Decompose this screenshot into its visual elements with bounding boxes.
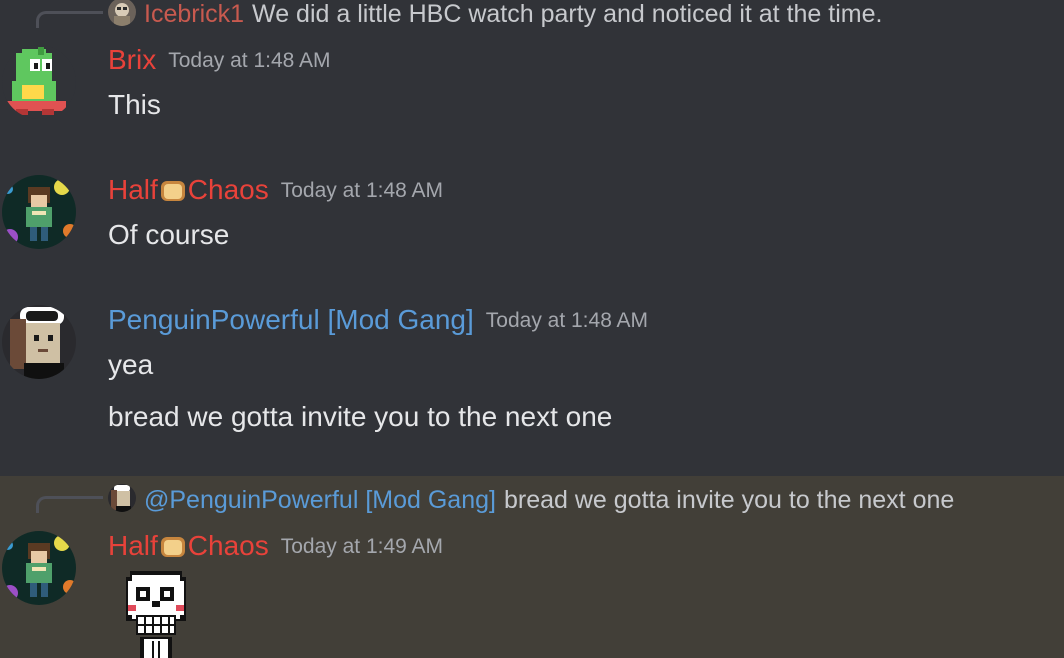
- message-author[interactable]: PenguinPowerful [Mod Gang] Today at 1:48 …: [108, 303, 648, 338]
- bread-emoji-icon: [159, 533, 187, 567]
- reply-preview[interactable]: @PenguinPowerful [Mod Gang] bread we gott…: [108, 484, 954, 515]
- message-text: This: [108, 89, 161, 120]
- message-timestamp[interactable]: Today at 1:48 AM: [168, 49, 330, 72]
- author-name-part[interactable]: Half: [108, 530, 158, 561]
- author-name-part[interactable]: Chaos: [188, 530, 269, 561]
- message-timestamp[interactable]: Today at 1:49 AM: [281, 535, 443, 558]
- message-author[interactable]: Half Chaos Today at 1:48 AM: [108, 173, 443, 211]
- message-text: Of course: [108, 219, 230, 250]
- avatar[interactable]: [2, 531, 76, 605]
- message-timestamp[interactable]: Today at 1:48 AM: [281, 179, 443, 202]
- reply-avatar: [108, 484, 136, 512]
- author-name[interactable]: PenguinPowerful [Mod Gang]: [108, 304, 474, 335]
- reply-mention[interactable]: @PenguinPowerful [Mod Gang]: [144, 486, 496, 514]
- reply-spine: [36, 496, 103, 513]
- message-author[interactable]: Half Chaos Today at 1:49 AM: [108, 529, 443, 567]
- message-text: bread we gotta invite you to the next on…: [108, 401, 613, 432]
- avatar[interactable]: [2, 305, 76, 379]
- chat-messages: Icebrick1 We did a little HBC watch party…: [0, 0, 1064, 658]
- reply-author[interactable]: Icebrick1: [144, 0, 244, 28]
- reply-text[interactable]: We did a little HBC watch party and noti…: [252, 0, 882, 28]
- bread-emoji-icon: [159, 177, 187, 211]
- author-name[interactable]: Brix: [108, 44, 156, 75]
- author-name-part[interactable]: Half: [108, 174, 158, 205]
- skull-sticker-icon[interactable]: [122, 567, 190, 658]
- reply-spine: [36, 11, 103, 28]
- message-timestamp[interactable]: Today at 1:48 AM: [486, 309, 648, 332]
- message-author[interactable]: Brix Today at 1:48 AM: [108, 43, 331, 78]
- avatar[interactable]: [2, 175, 76, 249]
- reply-text[interactable]: bread we gotta invite you to the next on…: [504, 486, 954, 514]
- reply-preview[interactable]: Icebrick1 We did a little HBC watch party…: [108, 0, 882, 29]
- author-name-part[interactable]: Chaos: [188, 174, 269, 205]
- message-text: yea: [108, 349, 154, 380]
- reply-avatar: [108, 0, 136, 26]
- avatar[interactable]: [2, 45, 76, 119]
